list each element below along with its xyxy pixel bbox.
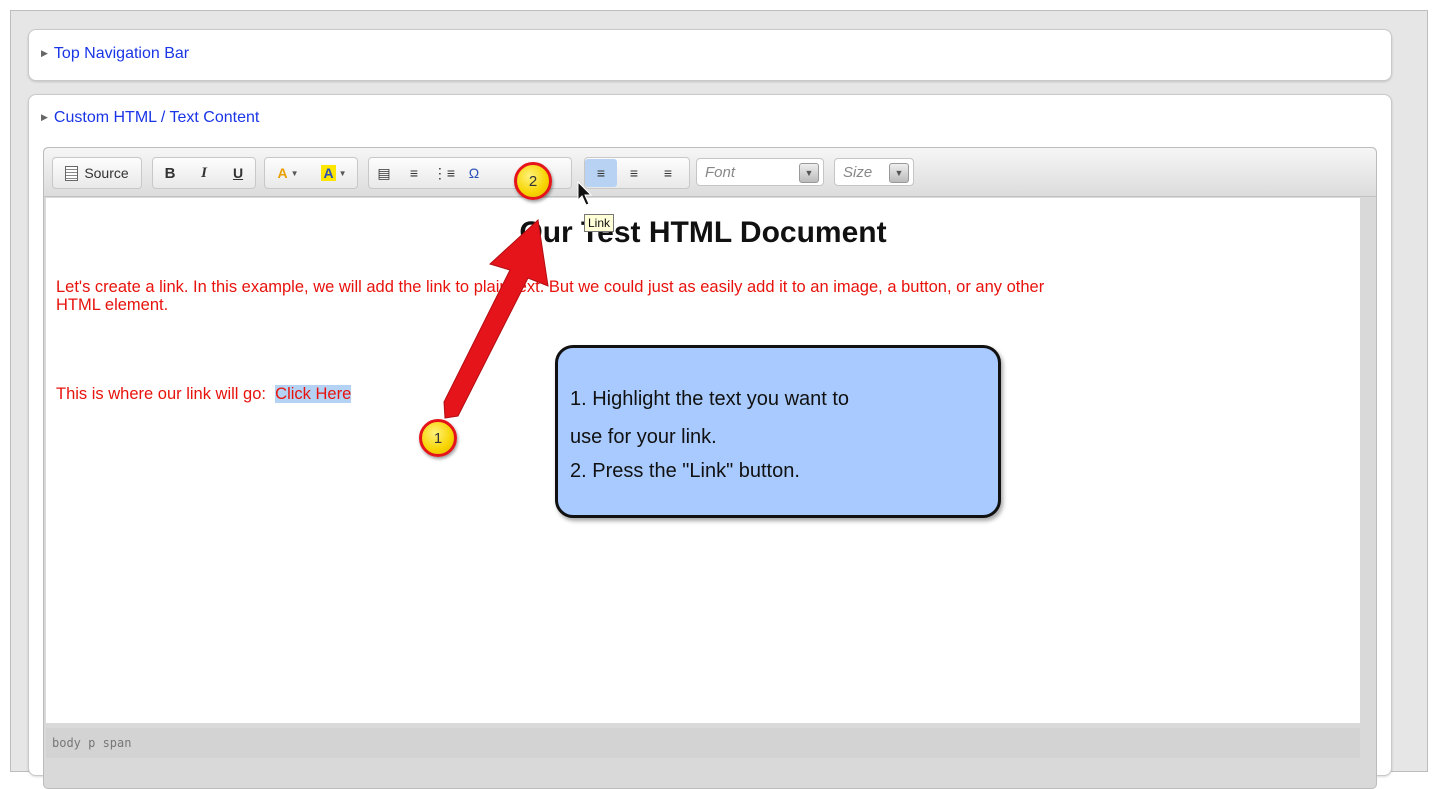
callout-line: 2. Press the "Link" button.: [570, 460, 800, 482]
callout-line: 1. Highlight the text you want to: [570, 388, 850, 410]
instruction-callout: 1. Highlight the text you want to use fo…: [555, 345, 1001, 518]
mouse-cursor-icon: [577, 180, 593, 206]
link-tooltip: Link: [584, 214, 615, 232]
step-1-marker: 1: [419, 419, 457, 457]
red-arrow: [443, 218, 549, 419]
step-2-marker: 2: [514, 162, 552, 200]
callout-line: use for your link.: [570, 426, 717, 448]
